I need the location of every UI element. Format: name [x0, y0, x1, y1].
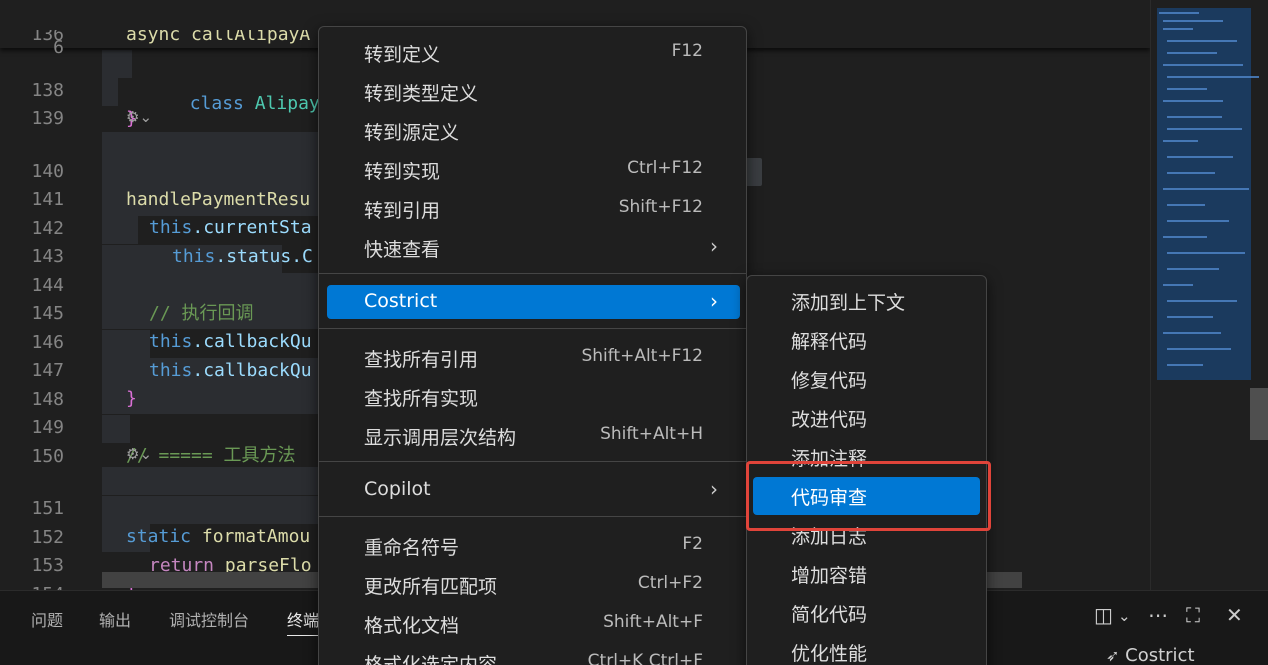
menu-item-label: 快速查看: [364, 239, 441, 261]
tab-terminal[interactable]: 终端: [287, 607, 320, 636]
close-icon[interactable]: ✕: [1226, 603, 1243, 627]
menu-item-shortcut: F12: [671, 41, 703, 61]
menu-separator: [319, 516, 746, 517]
menu-item-label: 显示调用层次结构: [364, 427, 517, 449]
more-icon[interactable]: ⋯: [1148, 603, 1168, 627]
submenu-item-add-error-handling[interactable]: 增加容错: [753, 555, 980, 593]
maximize-icon[interactable]: ⛶: [1186, 603, 1200, 627]
vertical-scrollbar-thumb[interactable]: [1250, 388, 1268, 440]
terminal-profile[interactable]: ➶ Costrict: [1088, 645, 1195, 665]
menu-item-shortcut: Ctrl+K Ctrl+F: [587, 651, 703, 665]
menu-item-label: 查找所有实现: [364, 388, 479, 410]
menu-item-label: 更改所有匹配项: [364, 576, 498, 598]
tab-debug-console[interactable]: 调试控制台: [169, 607, 249, 631]
menu-item-label: Costrict: [364, 290, 438, 312]
codelens-sparkle[interactable]: ⚙︎⌄: [126, 443, 152, 465]
menu-item-shortcut: Shift+Alt+H: [600, 424, 703, 444]
menu-item-format-selection[interactable]: 格式化选定内容 Ctrl+K Ctrl+F: [327, 645, 740, 665]
menu-item-go-to-type-definition[interactable]: 转到类型定义: [327, 74, 740, 108]
menu-item-find-all-implementations[interactable]: 查找所有实现: [327, 379, 740, 413]
menu-item-label: 转到源定义: [364, 122, 460, 144]
submenu-item-label: 优化性能: [791, 643, 868, 665]
menu-item-shortcut: Shift+Alt+F12: [581, 346, 703, 366]
menu-item-label: 转到定义: [364, 44, 441, 66]
menu-item-peek[interactable]: 快速查看 ›: [327, 230, 740, 264]
menu-item-label: 转到类型定义: [364, 83, 479, 105]
chevron-right-icon: ›: [710, 234, 718, 258]
menu-item-label: Copilot: [364, 478, 431, 500]
submenu-item-optimize-performance[interactable]: 优化性能: [753, 633, 980, 665]
menu-item-costrict[interactable]: Costrict ›: [327, 285, 740, 319]
submenu-item-label: 增加容错: [791, 565, 868, 587]
submenu-item-explain-code[interactable]: 解释代码: [753, 321, 980, 359]
menu-item-go-to-references[interactable]: 转到引用 Shift+F12: [327, 191, 740, 225]
menu-item-shortcut: Ctrl+F12: [627, 158, 703, 178]
submenu-item-label: 简化代码: [791, 604, 868, 626]
chevron-down-icon[interactable]: ⌄: [1118, 607, 1131, 625]
menu-item-shortcut: Shift+Alt+F: [603, 612, 703, 632]
menu-separator: [319, 328, 746, 329]
menu-item-copilot[interactable]: Copilot ›: [327, 473, 740, 507]
menu-item-go-to-implementation[interactable]: 转到实现 Ctrl+F12: [327, 152, 740, 186]
menu-item-label: 重命名符号: [364, 537, 460, 559]
minimap[interactable]: [1150, 0, 1268, 590]
menu-item-label: 转到引用: [364, 200, 441, 222]
submenu-item-label: 修复代码: [791, 370, 868, 392]
split-layout-icon[interactable]: ◫: [1094, 603, 1113, 627]
menu-item-label: 查找所有引用: [364, 349, 479, 371]
keyword: class: [189, 93, 244, 114]
tab-problems[interactable]: 问题: [31, 607, 63, 631]
tab-output[interactable]: 输出: [99, 607, 131, 631]
context-menu: 转到定义 F12 转到类型定义 转到源定义 转到实现 Ctrl+F12 转到引用…: [318, 26, 747, 665]
submenu-item-fix-code[interactable]: 修复代码: [753, 360, 980, 398]
submenu-item-simplify-code[interactable]: 简化代码: [753, 594, 980, 632]
menu-item-find-all-references[interactable]: 查找所有引用 Shift+Alt+F12: [327, 340, 740, 374]
annotation-highlight-box: [746, 461, 991, 531]
menu-item-shortcut: F2: [682, 534, 703, 554]
menu-item-show-call-hierarchy[interactable]: 显示调用层次结构 Shift+Alt+H: [327, 418, 740, 452]
menu-separator: [319, 273, 746, 274]
rocket-icon: ➶: [1106, 646, 1120, 665]
menu-item-shortcut: Ctrl+F2: [637, 573, 703, 593]
menu-item-label: 格式化选定内容: [364, 654, 498, 665]
menu-item-label: 格式化文档: [364, 615, 460, 637]
terminal-profile-label: Costrict: [1125, 645, 1195, 665]
menu-item-change-all-occurrences[interactable]: 更改所有匹配项 Ctrl+F2: [327, 567, 740, 601]
chevron-right-icon: ›: [710, 289, 718, 313]
menu-item-shortcut: Shift+F12: [618, 197, 703, 217]
menu-item-format-document[interactable]: 格式化文档 Shift+Alt+F: [327, 606, 740, 640]
menu-item-go-to-definition[interactable]: 转到定义 F12: [327, 35, 740, 69]
menu-item-go-to-source-definition[interactable]: 转到源定义: [327, 113, 740, 147]
submenu-item-label: 改进代码: [791, 409, 868, 431]
line-number: 136: [31, 30, 64, 45]
line-number: 154: [0, 581, 64, 590]
submenu-item-label: 添加到上下文: [791, 292, 906, 314]
sparkle-icon[interactable]: ⚙︎⌄: [126, 445, 152, 463]
menu-separator: [319, 461, 746, 462]
submenu-item-add-to-context[interactable]: 添加到上下文: [753, 282, 980, 320]
submenu-item-improve-code[interactable]: 改进代码: [753, 399, 980, 437]
menu-item-rename-symbol[interactable]: 重命名符号 F2: [327, 528, 740, 562]
submenu-item-label: 解释代码: [791, 331, 868, 353]
chevron-right-icon: ›: [710, 477, 718, 501]
code-text: async callAlipayA: [126, 30, 311, 45]
menu-item-label: 转到实现: [364, 161, 441, 183]
